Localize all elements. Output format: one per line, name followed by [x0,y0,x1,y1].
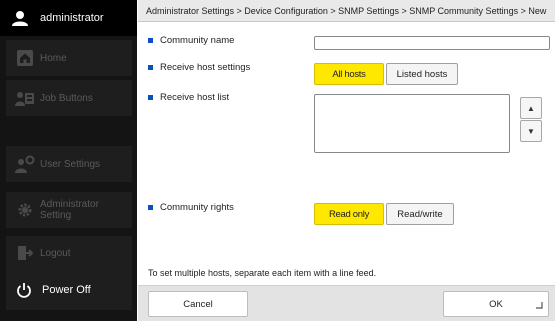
read-write-button[interactable]: Read/write [386,203,454,225]
snmp-community-form: Community name Receive host settings All… [138,22,555,321]
gear-icon [10,202,40,218]
user-settings-icon [10,155,40,173]
read-only-button[interactable]: Read only [314,203,384,225]
bullet-icon [148,95,153,100]
triangle-down-icon: ▼ [527,126,535,136]
sidebar-item-label: Administrator Setting [40,199,99,221]
scroll-up-button[interactable]: ▲ [520,97,542,119]
receive-host-list-label: Receive host list [148,92,229,103]
job-buttons-icon [10,90,40,106]
corner-arrow-icon [535,301,543,312]
hint-text: To set multiple hosts, separate each ite… [148,268,377,278]
sidebar-item-label: Job Buttons [40,92,93,104]
receive-host-settings-label: Receive host settings [148,62,250,73]
user-header: administrator [0,0,137,36]
sidebar-item-label: Home [40,52,67,64]
home-icon [10,49,40,67]
sidebar-item-label: User Settings [40,158,101,170]
triangle-up-icon: ▲ [527,103,535,113]
logout-icon [10,245,40,261]
cancel-button[interactable]: Cancel [148,291,248,317]
sidebar-item-user-settings[interactable]: User Settings [6,146,132,182]
scroll-down-button[interactable]: ▼ [520,120,542,142]
footer-bar: Cancel OK [138,285,555,321]
sidebar-item-job-buttons[interactable]: Job Buttons [6,80,132,116]
sidebar-item-home[interactable]: Home [6,40,132,76]
listed-hosts-button[interactable]: Listed hosts [386,63,458,85]
community-rights-label: Community rights [148,202,234,213]
user-icon [0,10,40,26]
breadcrumb: Administrator Settings > Device Configur… [138,0,555,22]
sidebar-item-logout[interactable]: Logout [6,236,132,270]
power-off-label: Power Off [42,284,91,296]
ok-button[interactable]: OK [443,291,549,317]
sidebar-item-administrator-setting[interactable]: Administrator Setting [6,192,132,228]
user-name: administrator [40,12,104,24]
receive-host-list-textarea[interactable] [314,94,510,153]
community-name-label: Community name [148,35,234,46]
all-hosts-button[interactable]: All hosts [314,63,384,85]
ok-label: OK [489,298,503,310]
sidebar-item-label: Logout [40,247,71,259]
bullet-icon [148,65,153,70]
bullet-icon [148,205,153,210]
community-name-input[interactable] [314,36,550,50]
power-off-button[interactable]: Power Off [6,270,132,310]
sidebar: administrator Home Job Buttons User Sett… [0,0,137,321]
power-icon [6,282,42,298]
bullet-icon [148,38,153,43]
